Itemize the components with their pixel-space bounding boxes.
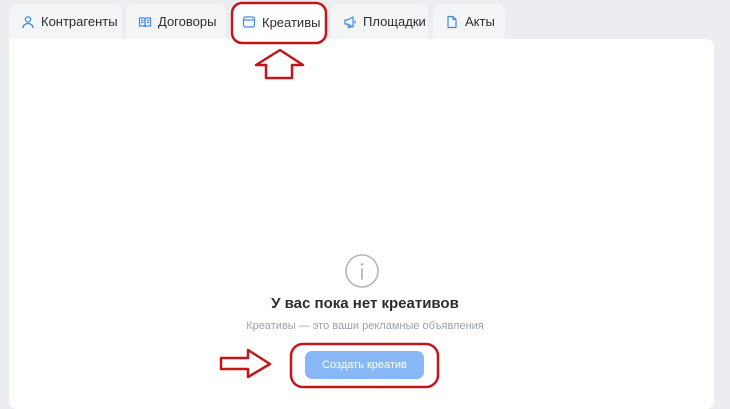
tab-contracts[interactable]: Договоры bbox=[126, 4, 226, 39]
book-icon bbox=[138, 15, 152, 29]
tab-label: Акты bbox=[465, 14, 495, 29]
tab-label: Контрагенты bbox=[41, 14, 118, 29]
tab-acts[interactable]: Акты bbox=[433, 4, 505, 39]
tab-label: Договоры bbox=[158, 14, 217, 29]
empty-state-title: У вас пока нет креативов bbox=[271, 295, 459, 312]
megaphone-icon bbox=[343, 15, 357, 29]
tab-counterparties[interactable]: Контрагенты bbox=[9, 4, 122, 39]
document-icon bbox=[445, 15, 459, 29]
window-icon bbox=[242, 15, 256, 29]
user-icon bbox=[21, 15, 35, 29]
tab-creatives[interactable]: Креативы bbox=[230, 4, 327, 40]
create-creative-button[interactable]: Создать креатив bbox=[305, 351, 424, 379]
info-icon bbox=[344, 253, 380, 289]
tab-label: Площадки bbox=[363, 14, 426, 29]
tab-label: Креативы bbox=[262, 14, 321, 30]
empty-state-subtitle: Креативы — это ваши рекламные объявления bbox=[246, 320, 484, 332]
tab-platforms[interactable]: Площадки bbox=[331, 4, 428, 39]
